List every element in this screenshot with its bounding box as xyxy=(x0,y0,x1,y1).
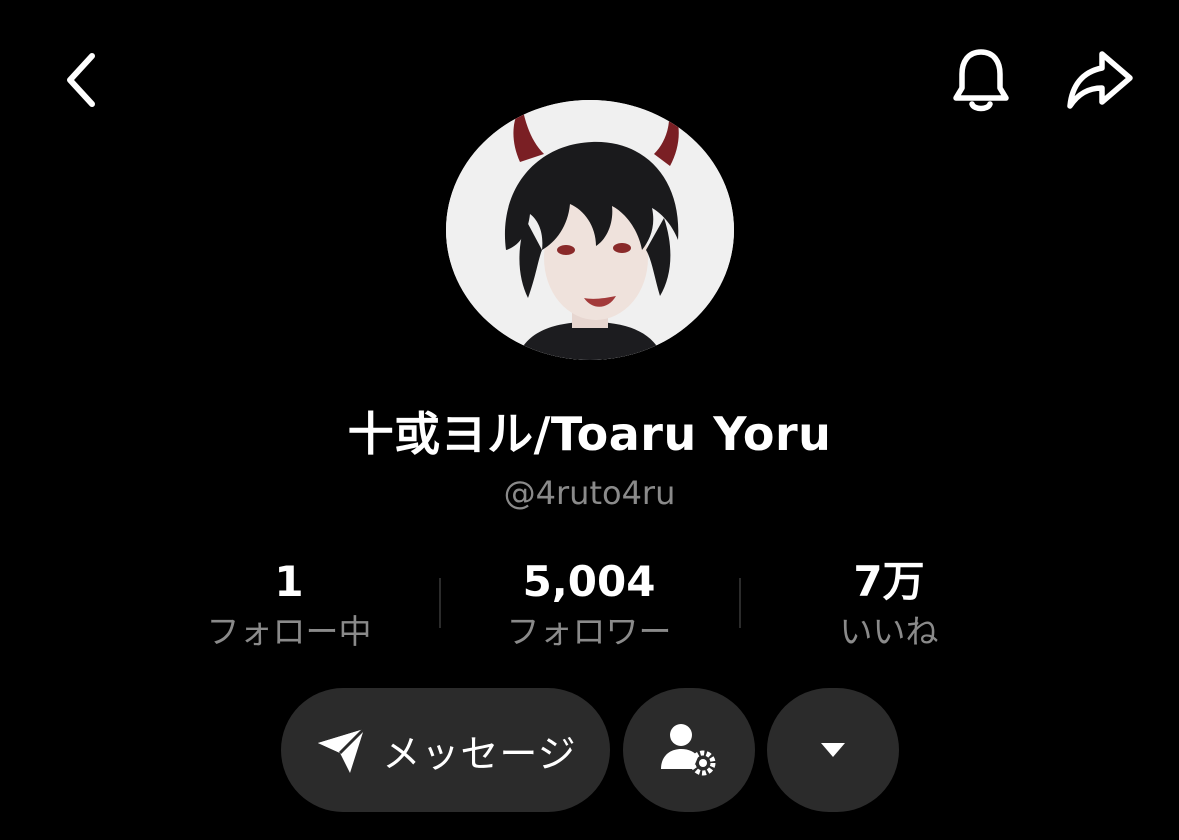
username-handle: @4ruto4ru xyxy=(503,474,676,512)
caret-down-icon xyxy=(821,743,845,757)
avatar[interactable] xyxy=(446,100,734,360)
paper-plane-icon xyxy=(318,727,366,773)
profile-actions: メッセージ xyxy=(0,688,1179,818)
following-stat[interactable]: 1 フォロー中 xyxy=(149,556,429,654)
back-button[interactable] xyxy=(50,48,110,112)
stat-divider xyxy=(439,578,441,628)
message-button[interactable]: メッセージ xyxy=(281,688,610,812)
stat-divider xyxy=(739,578,741,628)
notifications-button[interactable] xyxy=(946,46,1016,116)
likes-stat[interactable]: 7万 いいね xyxy=(749,556,1029,654)
user-gear-icon xyxy=(661,724,716,776)
followers-label: フォロワー xyxy=(506,612,672,651)
more-options-button[interactable] xyxy=(767,688,899,812)
display-name: 十或ヨル/Toaru Yoru xyxy=(347,407,832,461)
bell-icon xyxy=(953,49,1009,112)
followers-count: 5,004 xyxy=(522,557,656,606)
profile-stats: 1 フォロー中 5,004 フォロワー 7万 いいね xyxy=(0,556,1179,656)
message-button-label: メッセージ xyxy=(382,731,577,776)
friend-settings-button[interactable] xyxy=(623,688,755,812)
followers-stat[interactable]: 5,004 フォロワー xyxy=(449,556,729,654)
share-button[interactable] xyxy=(1062,46,1138,116)
following-label: フォロー中 xyxy=(206,612,372,651)
chevron-left-icon xyxy=(67,53,95,107)
likes-label: いいね xyxy=(839,612,939,651)
share-arrow-icon xyxy=(1067,51,1133,109)
avatar-illustration xyxy=(446,100,734,360)
following-count: 1 xyxy=(274,557,304,606)
likes-count: 7万 xyxy=(853,557,925,606)
